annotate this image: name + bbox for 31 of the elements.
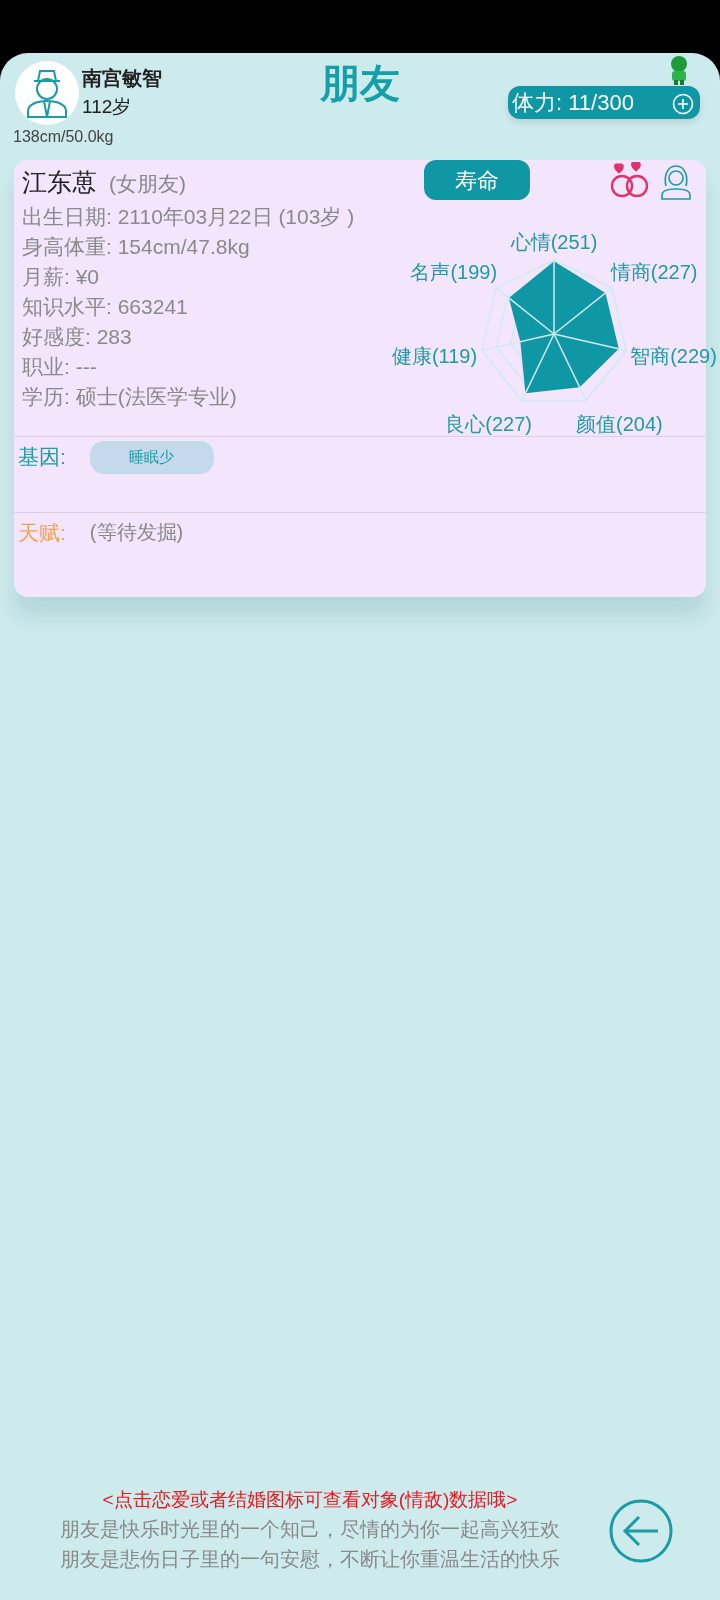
detail-text: 好感度: 283 (22, 323, 132, 350)
woman-icon[interactable] (660, 164, 692, 200)
player-name: 南宫敏智 (82, 66, 162, 91)
gene-tag[interactable]: 睡眠少 (89, 441, 214, 474)
detail-text: 学历: 硕士(法医学专业) (22, 383, 237, 410)
detail-text: 月薪: ¥0 (22, 263, 100, 290)
gene-label: 基因: (17, 444, 66, 470)
talent-value: (等待发掘) (89, 520, 184, 545)
stat-label: 良心(227) (445, 412, 532, 438)
stat-label: 情商(227) (610, 259, 698, 285)
stat-label: 健康(119) (391, 344, 478, 370)
stamina-text: 体力: 11/300 (512, 89, 634, 117)
lifespan-button[interactable]: 寿命 (424, 160, 530, 200)
back-button[interactable] (608, 1498, 674, 1564)
quote-text: 朋友是快乐时光里的一个知己，尽情的为你一起高兴狂欢 (59, 1517, 561, 1542)
talent-label: 天赋: (17, 520, 66, 546)
stat-label: 智商(229) (630, 344, 717, 370)
stat-label: 心情(251) (510, 230, 598, 255)
quote-text: 朋友是悲伤日子里的一句安慰，不断让你重温生活的快乐 (59, 1547, 561, 1572)
detail-text: 身高体重: 154cm/47.8kg (22, 233, 250, 260)
detail-text: 知识水平: 663241 (22, 293, 188, 320)
stat-label: 颜值(204) (576, 412, 663, 438)
player-body: 138cm/50.0kg (13, 127, 114, 147)
friend-name: 江东葸 (22, 167, 97, 198)
detail-text: 出生日期: 2110年03月22日 (103岁 ) (22, 203, 355, 230)
player-age: 112岁 (82, 95, 132, 119)
relation-label: (女朋友) (109, 171, 186, 197)
detail-text: 职业: --- (22, 353, 97, 380)
page-title: 朋友 (320, 61, 400, 105)
stat-label: 名声(199) (410, 259, 498, 285)
hint-text: <点击恋爱或者结婚图标可查看对象(情敌)数据哦> (101, 1488, 519, 1512)
